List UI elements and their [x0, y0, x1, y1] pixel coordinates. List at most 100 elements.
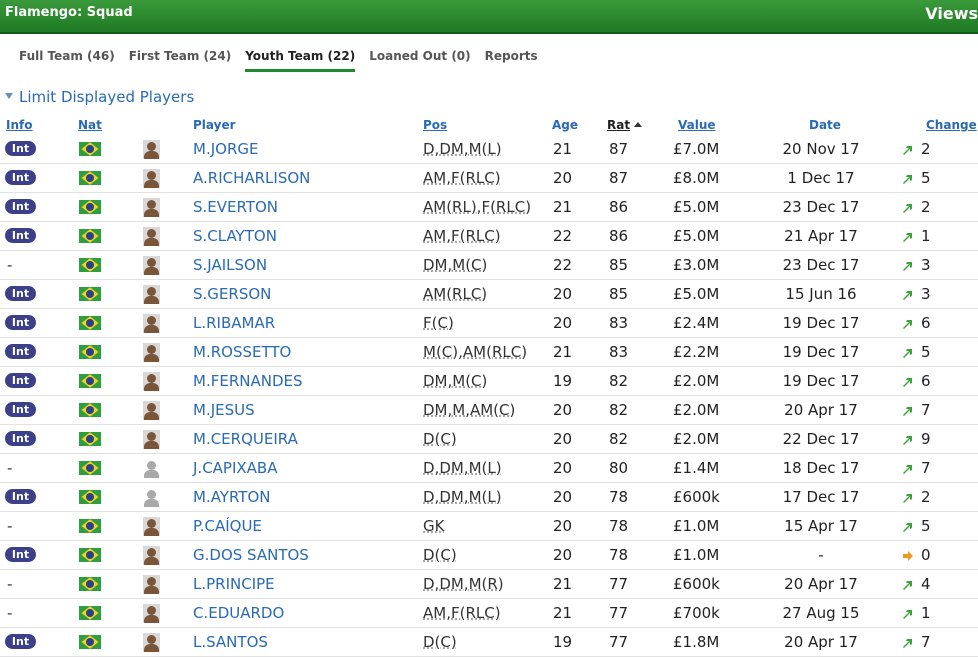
table-row[interactable]: Int M.AYRTON D,DM,M(L) 20 78 £600k 17 Dec 17 2 — [0, 483, 978, 512]
limit-label: Limit Displayed Players — [19, 88, 195, 106]
player-name-link[interactable]: S.EVERTON — [193, 198, 278, 216]
player-name-link[interactable]: S.JAILSON — [193, 256, 267, 274]
table-row[interactable]: Int L.RIBAMAR F(C) 20 83 £2.4M 19 Dec 17 6 — [0, 309, 978, 338]
tab-reports[interactable]: Reports — [485, 49, 538, 72]
player-name-link[interactable]: A.RICHARLISON — [193, 169, 310, 187]
player-value: £1.4M — [673, 459, 720, 477]
player-name-link[interactable]: M.JESUS — [193, 401, 255, 419]
rating-change: 2 — [921, 140, 931, 158]
player-name-link[interactable]: L.SANTOS — [193, 633, 268, 651]
player-value: £2.2M — [673, 343, 720, 361]
player-name-link[interactable]: M.JORGE — [193, 140, 258, 158]
column-header-date[interactable]: Date — [809, 118, 841, 132]
player-name-link[interactable]: S.CLAYTON — [193, 227, 277, 245]
international-badge[interactable]: Int — [5, 344, 36, 359]
player-position: AM,F(RLC) — [423, 169, 501, 187]
player-value: £5.0M — [673, 198, 720, 216]
international-badge[interactable]: Int — [5, 373, 36, 388]
table-row[interactable]: Int S.EVERTON AM(RL),F(RLC) 21 86 £5.0M 23 Dec… — [0, 193, 978, 222]
player-name-link[interactable]: L.PRINCIPE — [193, 575, 275, 593]
column-header-pos[interactable]: Pos — [423, 118, 447, 132]
views-menu[interactable]: Views — [925, 4, 978, 23]
table-row[interactable]: Int S.GERSON AM(RLC) 20 85 £5.0M 15 Jun 16 3 — [0, 280, 978, 309]
player-rating: 85 — [609, 285, 629, 303]
player-name-link[interactable]: M.FERNANDES — [193, 372, 303, 390]
table-row[interactable]: Int L.SANTOS D(C) 19 77 £1.8M 20 Apr 17 7 — [0, 628, 978, 657]
international-badge[interactable]: Int — [5, 431, 36, 446]
table-row[interactable]: - J.CAPIXABA D,DM,M(L) 20 80 £1.4M 18 Dec 17 7 — [0, 454, 978, 483]
rating-change: 9 — [921, 430, 931, 448]
player-avatar — [143, 488, 160, 507]
table-row[interactable]: Int M.ROSSETTO M(C),AM(RLC) 21 83 £2.2M 19 Dec… — [0, 338, 978, 367]
table-row[interactable]: Int G.DOS SANTOS D(C) 20 78 £1.0M - 0 — [0, 541, 978, 570]
arrow-up-right-icon — [903, 465, 912, 474]
column-header-age[interactable]: Age — [552, 118, 578, 132]
international-badge[interactable]: Int — [5, 489, 36, 504]
table-row[interactable]: - S.JAILSON DM,M(C) 22 85 £3.0M 23 Dec 17 3 — [0, 251, 978, 280]
rating-date: 20 Apr 17 — [784, 633, 858, 651]
international-badge[interactable]: Int — [5, 402, 36, 417]
rating-change: 1 — [921, 604, 931, 622]
international-badge[interactable]: Int — [5, 315, 36, 330]
international-badge[interactable]: Int — [5, 228, 36, 243]
international-badge[interactable]: Int — [5, 141, 36, 156]
player-value: £2.0M — [673, 430, 720, 448]
arrow-up-right-icon — [903, 146, 912, 155]
table-row[interactable]: - L.PRINCIPE D,DM,M(R) 21 77 £600k 20 Apr 17 4 — [0, 570, 978, 599]
table-row[interactable]: Int S.CLAYTON AM,F(RLC) 22 86 £5.0M 21 Apr 17 1 — [0, 222, 978, 251]
column-header-value[interactable]: Value — [678, 118, 716, 132]
player-value: £8.0M — [673, 169, 720, 187]
rating-date: 27 Aug 15 — [782, 604, 860, 622]
player-age: 21 — [553, 198, 573, 216]
column-header-player[interactable]: Player — [193, 118, 236, 132]
column-header-nat[interactable]: Nat — [78, 118, 102, 132]
player-avatar — [143, 575, 160, 594]
tab-first-team[interactable]: First Team (24) — [129, 49, 231, 72]
rating-date: 19 Dec 17 — [782, 314, 860, 332]
limit-displayed-players-toggle[interactable]: Limit Displayed Players — [5, 88, 194, 106]
player-name-link[interactable]: G.DOS SANTOS — [193, 546, 309, 564]
international-badge[interactable]: Int — [5, 199, 36, 214]
table-row[interactable]: Int M.JESUS DM,M,AM(C) 20 82 £2.0M 20 Apr 17 7 — [0, 396, 978, 425]
rating-date: - — [818, 546, 824, 564]
player-value: £2.0M — [673, 372, 720, 390]
international-badge[interactable]: Int — [5, 634, 36, 649]
table-row[interactable]: Int A.RICHARLISON AM,F(RLC) 20 87 £8.0M 1 Dec … — [0, 164, 978, 193]
player-name-link[interactable]: M.ROSSETTO — [193, 343, 291, 361]
player-name-link[interactable]: J.CAPIXABA — [193, 459, 278, 477]
column-header-rat[interactable]: Rat — [607, 118, 643, 132]
international-badge[interactable]: Int — [5, 286, 36, 301]
arrow-up-right-icon — [903, 494, 912, 503]
player-rating: 82 — [609, 401, 629, 419]
tab-full-team[interactable]: Full Team (46) — [19, 49, 115, 72]
table-row[interactable]: Int M.CERQUEIRA D(C) 20 82 £2.0M 22 Dec 17 9 — [0, 425, 978, 454]
player-name-link[interactable]: L.RIBAMAR — [193, 314, 275, 332]
player-name-link[interactable]: C.EDUARDO — [193, 604, 284, 622]
rating-date: 19 Dec 17 — [782, 343, 860, 361]
player-name-link[interactable]: M.AYRTON — [193, 488, 271, 506]
player-name-link[interactable]: S.GERSON — [193, 285, 271, 303]
brazil-flag-icon — [79, 519, 101, 533]
rat-header-label: Rat — [607, 118, 631, 132]
table-row[interactable]: - P.CAÍQUE GK 20 78 £1.0M 15 Apr 17 5 — [0, 512, 978, 541]
international-badge[interactable]: Int — [5, 547, 36, 562]
arrow-right-icon — [903, 551, 913, 561]
column-header-info[interactable]: Info — [6, 118, 32, 132]
player-rating: 78 — [609, 546, 629, 564]
player-name-link[interactable]: M.CERQUEIRA — [193, 430, 298, 448]
player-age: 21 — [553, 140, 573, 158]
table-row[interactable]: Int M.FERNANDES DM,M(C) 19 82 £2.0M 19 Dec 17 6 — [0, 367, 978, 396]
tab-loaned-out[interactable]: Loaned Out (0) — [369, 49, 470, 72]
player-avatar — [143, 459, 160, 478]
player-position: AM(RLC) — [423, 285, 488, 303]
tab-youth-team[interactable]: Youth Team (22) — [245, 49, 356, 72]
table-row[interactable]: Int M.JORGE D,DM,M(L) 21 87 £7.0M 20 Nov 17 2 — [0, 135, 978, 164]
column-header-change[interactable]: Change — [926, 118, 977, 132]
table-row[interactable]: - C.EDUARDO AM,F(RLC) 21 77 £700k 27 Aug 15 1 — [0, 599, 978, 628]
squad-tabs: Full Team (46) First Team (24) Youth Tea… — [19, 49, 552, 72]
international-badge[interactable]: Int — [5, 170, 36, 185]
player-rating: 82 — [609, 430, 629, 448]
player-name-link[interactable]: P.CAÍQUE — [193, 517, 262, 535]
player-age: 20 — [553, 401, 573, 419]
player-value: £1.0M — [673, 517, 720, 535]
